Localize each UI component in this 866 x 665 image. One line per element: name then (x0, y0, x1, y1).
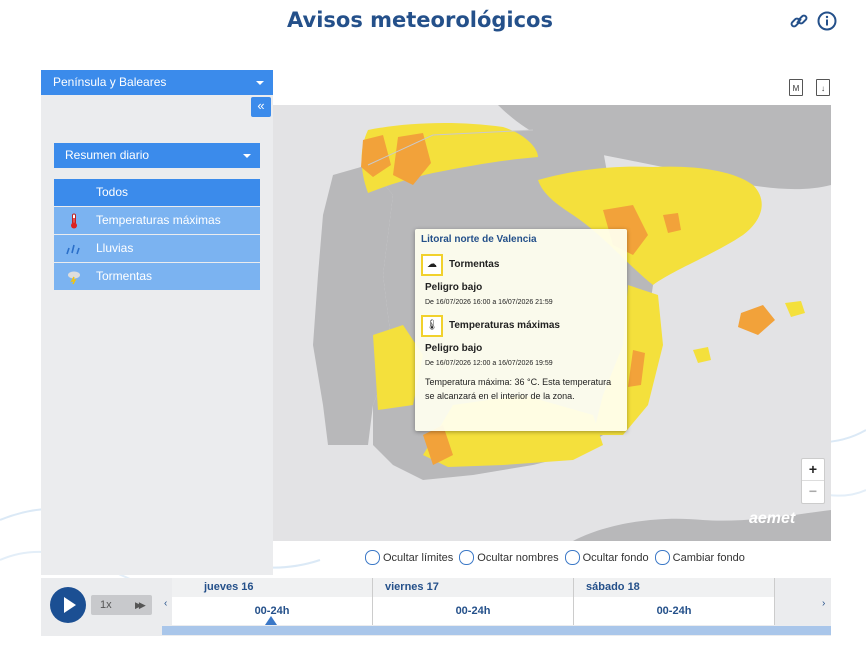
speed-value: 1x (100, 599, 112, 611)
checkbox[interactable] (654, 550, 670, 565)
aemet-logo: aemet (749, 510, 796, 527)
warning-dates: De 16/07/2026 12:00 a 16/07/2026 19:59 (425, 360, 553, 367)
info-icon[interactable] (816, 10, 838, 32)
option-label: Ocultar fondo (582, 551, 649, 564)
option-ocultar-fondo[interactable]: Ocultar fondo (564, 550, 649, 565)
region-select[interactable]: Península y Baleares (41, 70, 273, 95)
header-actions (788, 10, 838, 32)
option-cambiar-fondo[interactable]: Cambiar fondo (654, 550, 745, 565)
day-label: jueves 16 (172, 578, 372, 597)
time-slot[interactable]: 00-24h (373, 605, 573, 617)
zoom-in-button[interactable]: + (802, 459, 824, 480)
timeline-next-arrow[interactable]: › (822, 598, 825, 609)
speed-control[interactable]: 1x ▶▶ (91, 595, 152, 615)
timeline-day[interactable]: viernes 17 00-24h (373, 578, 574, 625)
time-slot[interactable]: 00-24h (574, 605, 774, 617)
timeline-day[interactable]: sábado 18 00-24h (574, 578, 775, 625)
menu-item-todos[interactable]: Todos (54, 179, 260, 206)
map-legend-button[interactable]: M (789, 79, 803, 96)
zoom-out-button[interactable]: − (802, 480, 824, 502)
chevron-down-icon (243, 154, 251, 158)
sidebar: Península y Baleares « Resumen diario To… (41, 70, 273, 575)
option-label: Ocultar límites (383, 551, 454, 564)
thermometer-icon: 🌡 (421, 315, 443, 337)
mode-select[interactable]: Resumen diario (54, 143, 260, 168)
mode-select-value: Resumen diario (65, 148, 150, 162)
warning-description: Temperatura máxima: 36 °C. Esta temperat… (425, 377, 612, 401)
option-ocultar-limites[interactable]: Ocultar límites (365, 550, 453, 565)
menu-item-tormentas[interactable]: Tormentas (54, 263, 260, 290)
warning-name: Tormentas (449, 259, 500, 270)
timeline-days: jueves 16 00-24h viernes 17 00-24h sábad… (172, 578, 775, 625)
warning-popup: Litoral norte de Valencia ☁ Tormentas Pe… (415, 229, 627, 431)
checkbox[interactable] (564, 550, 580, 565)
option-ocultar-nombres[interactable]: Ocultar nombres (459, 550, 559, 565)
map-tools: M ↓ (789, 79, 830, 96)
day-label: viernes 17 (373, 578, 573, 597)
menu-item-label: Tormentas (96, 269, 153, 283)
warning-dates: De 16/07/2026 16:00 a 16/07/2026 21:59 (425, 299, 553, 306)
checkbox[interactable] (459, 550, 475, 565)
map-options: Ocultar límites Ocultar nombres Ocultar … (365, 550, 745, 565)
menu-item-label: Temperaturas máximas (96, 213, 221, 227)
zoom-controls: + − (801, 458, 825, 504)
warning-level: Peligro bajo (425, 282, 483, 293)
time-marker[interactable] (265, 616, 277, 625)
region-select-value: Península y Baleares (53, 75, 167, 89)
fast-forward-icon[interactable]: ▶▶ (135, 595, 146, 615)
menu-item-lluvias[interactable]: Lluvias (54, 235, 260, 262)
warning-level: Peligro bajo (425, 343, 483, 354)
warning-map[interactable]: Litoral norte de Valencia ☁ Tormentas Pe… (273, 105, 831, 541)
thermometer-icon (66, 213, 82, 229)
timeline-prev-arrow[interactable]: ‹ (164, 598, 167, 609)
menu-item-label: Todos (96, 185, 129, 199)
timeline-scrollbar[interactable] (162, 626, 831, 635)
download-button[interactable]: ↓ (816, 79, 830, 96)
option-label: Cambiar fondo (672, 551, 745, 564)
collapse-button[interactable]: « (251, 97, 271, 117)
menu-item-label: Lluvias (96, 241, 134, 255)
rain-icon (66, 241, 82, 257)
checkbox[interactable] (365, 550, 380, 565)
play-button[interactable] (50, 587, 86, 623)
timeline: 1x ▶▶ ‹ jueves 16 00-24h viernes 17 00-2… (41, 578, 831, 636)
storm-icon (66, 269, 82, 285)
day-label: sábado 18 (574, 578, 774, 597)
chevron-down-icon (256, 81, 264, 85)
page-title: Avisos meteorológicos (287, 8, 553, 32)
link-icon[interactable] (788, 10, 810, 32)
popup-title: Litoral norte de Valencia (421, 234, 537, 245)
menu-item-temperaturas[interactable]: Temperaturas máximas (54, 207, 260, 234)
storm-icon: ☁ (421, 254, 443, 276)
option-label: Ocultar nombres (477, 551, 559, 564)
warning-name: Temperaturas máximas (449, 320, 560, 331)
warning-type-menu: Todos Temperaturas máximas Lluvias Torme… (54, 179, 260, 291)
